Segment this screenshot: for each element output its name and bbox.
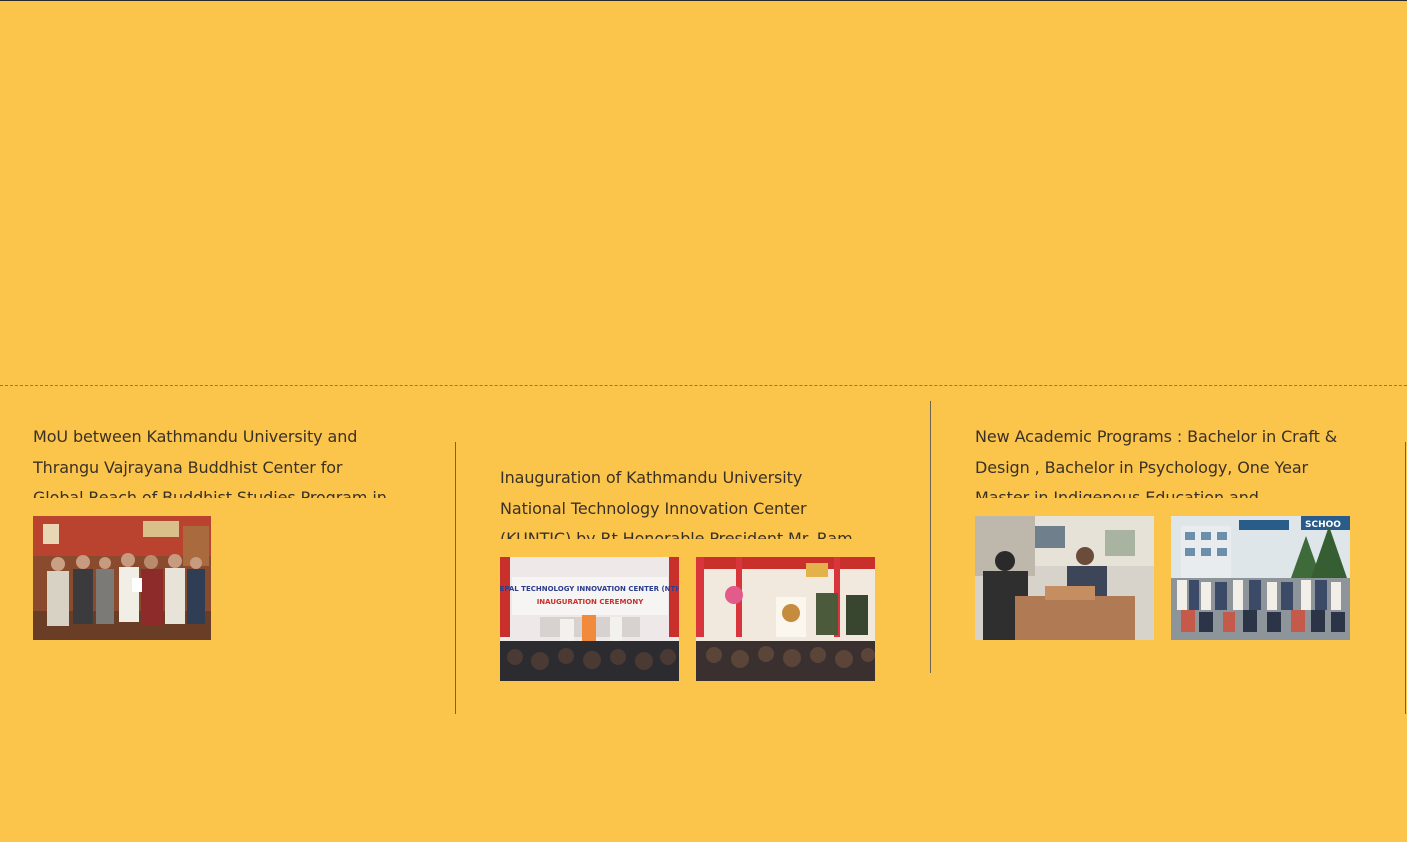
svg-text:INAUGURATION CEREMONY: INAUGURATION CEREMONY (537, 598, 645, 606)
column-separator (455, 442, 456, 714)
news-image[interactable] (696, 557, 875, 681)
news-card: New Academic Programs : Bachelor in Craf… (975, 422, 1345, 498)
photo-inauguration-stage-icon: NEPAL TECHNOLOGY INNOVATION CENTER (NTIC… (500, 557, 679, 681)
photo-group-school-icon: SCHOO (1171, 516, 1350, 640)
svg-text:SCHOO: SCHOO (1305, 520, 1341, 530)
news-title-link[interactable]: Inauguration of Kathmandu University Nat… (500, 463, 860, 539)
top-border (0, 0, 1407, 1)
svg-text:NEPAL TECHNOLOGY INNOVATION CE: NEPAL TECHNOLOGY INNOVATION CENTER (NTIC… (500, 585, 679, 593)
section-divider (0, 385, 1407, 386)
news-image[interactable]: SCHOO (1171, 516, 1350, 640)
news-image[interactable] (33, 516, 211, 640)
news-title-link[interactable]: MoU between Kathmandu University and Thr… (33, 422, 393, 498)
news-title-link[interactable]: New Academic Programs : Bachelor in Craf… (975, 422, 1345, 498)
photo-president-speech-icon (696, 557, 875, 681)
news-image[interactable] (975, 516, 1154, 640)
column-separator (1405, 442, 1406, 714)
news-image[interactable]: NEPAL TECHNOLOGY INNOVATION CENTER (NTIC… (500, 557, 679, 681)
news-card: Inauguration of Kathmandu University Nat… (500, 463, 860, 539)
column-separator (930, 401, 931, 673)
photo-craft-workshop-icon (975, 516, 1154, 640)
news-card: MoU between Kathmandu University and Thr… (33, 422, 393, 498)
photo-mou-signing-icon (33, 516, 211, 640)
